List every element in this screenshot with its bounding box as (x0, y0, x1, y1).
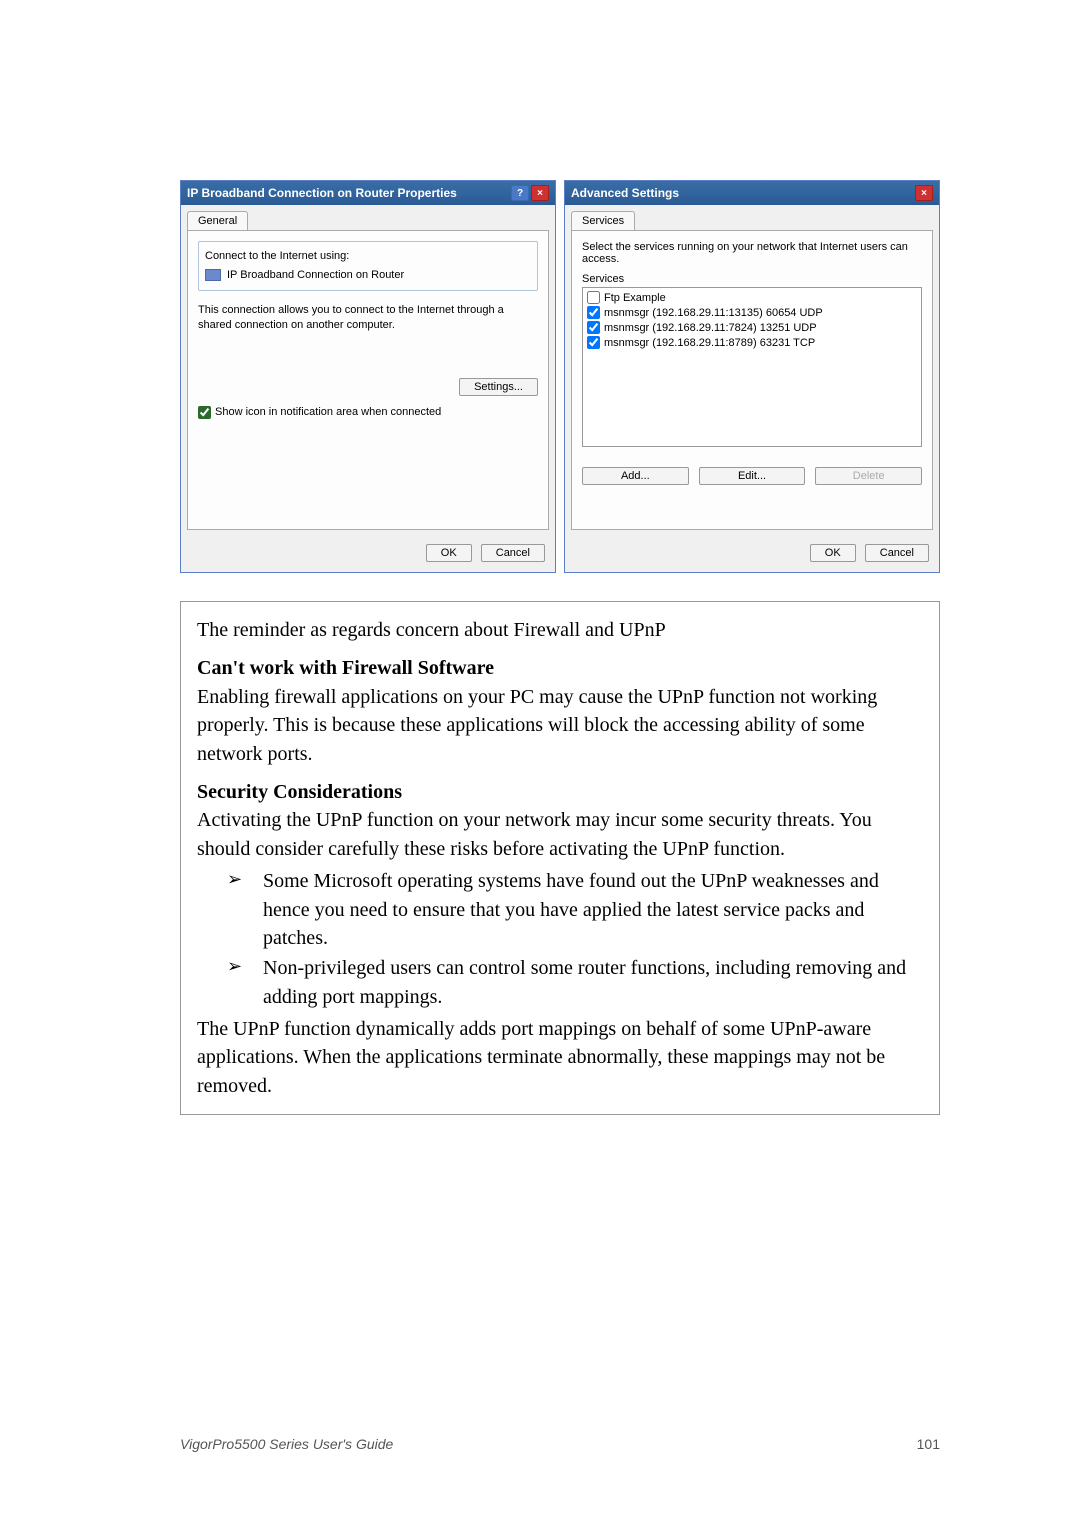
list-item[interactable]: msnmsgr (192.168.29.11:8789) 63231 TCP (585, 335, 919, 350)
help-icon[interactable]: ? (511, 185, 529, 201)
properties-dialog: IP Broadband Connection on Router Proper… (180, 180, 556, 573)
bullet-list: Some Microsoft operating systems have fo… (227, 867, 923, 1011)
list-item[interactable]: msnmsgr (192.168.29.11:13135) 60654 UDP (585, 305, 919, 320)
footer-page-number: 101 (917, 1436, 940, 1452)
advanced-settings-dialog: Advanced Settings × Services Select the … (564, 180, 940, 573)
reminder-line: The reminder as regards concern about Fi… (197, 616, 923, 644)
list-item[interactable]: msnmsgr (192.168.29.11:7824) 13251 UDP (585, 320, 919, 335)
network-icon (205, 269, 221, 281)
titlebar-1: IP Broadband Connection on Router Proper… (181, 181, 555, 205)
footer-guide: VigorPro5500 Series User's Guide (180, 1436, 393, 1452)
ok-button-2[interactable]: OK (810, 544, 856, 562)
services-listbox[interactable]: Ftp Example msnmsgr (192.168.29.11:13135… (582, 287, 922, 447)
tab-general[interactable]: General (187, 211, 248, 230)
connection-desc: This connection allows you to connect to… (198, 303, 538, 334)
show-icon-row[interactable]: Show icon in notification area when conn… (198, 406, 538, 419)
connection-item[interactable]: IP Broadband Connection on Router (205, 266, 531, 284)
service-checkbox[interactable] (587, 306, 600, 319)
service-label: msnmsgr (192.168.29.11:8789) 63231 TCP (604, 337, 815, 349)
connection-name: IP Broadband Connection on Router (227, 269, 404, 281)
paragraph-security: Activating the UPnP function on your net… (197, 806, 923, 863)
cancel-button-2[interactable]: Cancel (865, 544, 929, 562)
bullet-1: Some Microsoft operating systems have fo… (227, 867, 923, 952)
close-icon[interactable]: × (531, 185, 549, 201)
dialog1-title: IP Broadband Connection on Router Proper… (187, 186, 457, 200)
show-icon-label: Show icon in notification area when conn… (215, 406, 441, 418)
show-icon-checkbox[interactable] (198, 406, 211, 419)
service-label: Ftp Example (604, 292, 666, 304)
service-checkbox[interactable] (587, 336, 600, 349)
connect-groupbox: Connect to the Internet using: IP Broadb… (198, 241, 538, 291)
cancel-button-1[interactable]: Cancel (481, 544, 545, 562)
settings-button[interactable]: Settings... (459, 378, 538, 396)
page-footer: VigorPro5500 Series User's Guide 101 (180, 1436, 940, 1452)
connect-label: Connect to the Internet using: (205, 250, 531, 262)
service-label: msnmsgr (192.168.29.11:7824) 13251 UDP (604, 322, 817, 334)
service-checkbox[interactable] (587, 321, 600, 334)
screenshots-row: IP Broadband Connection on Router Proper… (180, 180, 940, 573)
service-checkbox[interactable] (587, 291, 600, 304)
bullet-2: Non-privileged users can control some ro… (227, 954, 923, 1011)
heading-firewall: Can't work with Firewall Software (197, 654, 923, 682)
ok-button-1[interactable]: OK (426, 544, 472, 562)
service-label: msnmsgr (192.168.29.11:13135) 60654 UDP (604, 307, 823, 319)
paragraph-upnp: The UPnP function dynamically adds port … (197, 1015, 923, 1100)
dialog2-title: Advanced Settings (571, 186, 679, 200)
info-box: The reminder as regards concern about Fi… (180, 601, 940, 1115)
services-intro: Select the services running on your netw… (582, 241, 922, 265)
titlebar-2: Advanced Settings × (565, 181, 939, 205)
add-button[interactable]: Add... (582, 467, 689, 485)
services-group-label: Services (582, 273, 922, 285)
paragraph-firewall: Enabling firewall applications on your P… (197, 683, 923, 768)
close-icon[interactable]: × (915, 185, 933, 201)
delete-button[interactable]: Delete (815, 467, 922, 485)
edit-button[interactable]: Edit... (699, 467, 806, 485)
heading-security: Security Considerations (197, 778, 923, 806)
list-item[interactable]: Ftp Example (585, 290, 919, 305)
tab-services[interactable]: Services (571, 211, 635, 230)
